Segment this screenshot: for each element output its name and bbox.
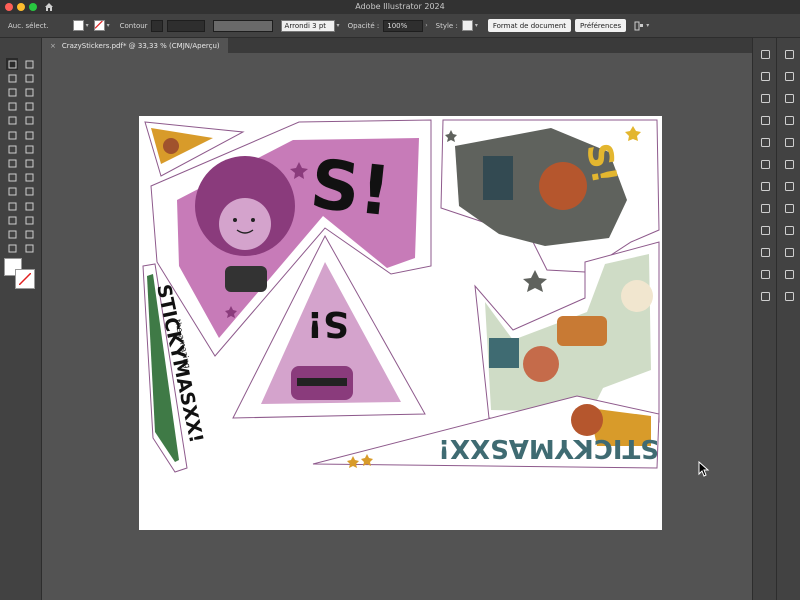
chevron-down-icon[interactable]: ▾ [646, 22, 649, 29]
pathfinder-icon[interactable] [783, 158, 795, 170]
properties-icon[interactable] [783, 48, 795, 60]
brush-value: Arrondi 3 pt [284, 21, 327, 30]
opentype-icon[interactable] [783, 246, 795, 258]
warp-tool-icon[interactable] [6, 157, 18, 169]
gradient-panel-icon[interactable] [759, 158, 771, 170]
close-icon[interactable]: × [50, 42, 56, 50]
chevron-down-icon[interactable]: ▾ [86, 22, 89, 29]
zoom-tool-icon[interactable] [23, 243, 35, 255]
stroke-weight-stepper[interactable] [150, 19, 163, 32]
graphic-style-swatch[interactable] [461, 20, 473, 31]
document-setup-button[interactable]: Format de document [487, 19, 572, 32]
symbols-icon[interactable] [759, 114, 771, 126]
transparency-icon[interactable] [759, 180, 771, 192]
artboard-tool-icon[interactable] [6, 228, 18, 240]
stroke-swatch[interactable] [93, 20, 105, 31]
title-bar: Adobe Illustrator 2024 [0, 0, 800, 14]
free-transform-tool-icon[interactable] [23, 157, 35, 169]
stroke-color-swatch[interactable] [15, 269, 35, 289]
tools-panel [0, 38, 42, 600]
control-bar: Auc. sélect. ▾ ▾ Contour Arrondi 3 pt ▾ … [0, 14, 800, 38]
star-tool-icon[interactable] [6, 115, 18, 127]
graphic-styles-icon[interactable] [759, 224, 771, 236]
style-label: Style : [435, 21, 458, 30]
document-tab-bar: × CrazyStickers.pdf* @ 33,33 % (CMJN/Ape… [42, 38, 752, 53]
gradient-tool-icon[interactable] [23, 186, 35, 198]
lasso-tool-icon[interactable] [23, 72, 35, 84]
paragraph-icon[interactable] [783, 224, 795, 236]
tab-document[interactable]: × CrazyStickers.pdf* @ 33,33 % (CMJN/Ape… [42, 38, 228, 53]
artboard[interactable]: S! S! STICKYMASXX! the amazing S! STICKY… [139, 116, 662, 530]
perspective-grid-tool-icon[interactable] [23, 172, 35, 184]
brushes-icon[interactable] [783, 92, 795, 104]
align-icon[interactable] [783, 136, 795, 148]
asset-export-icon[interactable] [759, 268, 771, 280]
svg-text:S!: S! [578, 140, 624, 186]
mouse-cursor-icon [698, 461, 710, 477]
selection-status: Auc. sélect. [8, 21, 49, 30]
panel-dock-left [752, 38, 776, 600]
blend-tool-icon[interactable] [23, 200, 35, 212]
chevron-down-icon[interactable]: ▾ [475, 22, 478, 29]
illustrator-window: Adobe Illustrator 2024 Auc. sélect. ▾ ▾ … [0, 0, 800, 600]
mesh-tool-icon[interactable] [6, 186, 18, 198]
chevron-right-icon[interactable]: › [425, 22, 427, 29]
stroke-label[interactable]: Contour [120, 22, 148, 30]
pencil-tool-icon[interactable] [23, 115, 35, 127]
artboards-icon[interactable] [759, 290, 771, 302]
character-icon[interactable] [783, 202, 795, 214]
swatches-icon[interactable] [783, 114, 795, 126]
opacity-field[interactable]: 100% [383, 19, 424, 32]
eraser-tool-icon[interactable] [23, 129, 35, 141]
opacity-value: 100% [387, 21, 408, 30]
links-icon[interactable] [783, 268, 795, 280]
panel-dock-right [776, 38, 800, 600]
cc-libraries-icon[interactable] [759, 92, 771, 104]
chevron-down-icon[interactable]: ▾ [337, 22, 340, 29]
curvature-tool-icon[interactable] [23, 86, 35, 98]
arrange-documents-icon[interactable] [634, 21, 644, 31]
svg-text:S!: S! [307, 303, 349, 344]
slice-tool-icon[interactable] [23, 228, 35, 240]
rotate-tool-icon[interactable] [6, 143, 18, 155]
magic-wand-tool-icon[interactable] [6, 72, 18, 84]
color-panel-icon[interactable] [759, 70, 771, 82]
variable-width-profile[interactable] [212, 19, 273, 32]
preferences-button[interactable]: Préférences [575, 19, 627, 32]
pen-tool-icon[interactable] [6, 86, 18, 98]
eyedropper-tool-icon[interactable] [6, 200, 18, 212]
navigator-icon[interactable] [783, 290, 795, 302]
shape-builder-tool-icon[interactable] [6, 172, 18, 184]
chevron-down-icon[interactable]: ▾ [107, 22, 110, 29]
direct-selection-tool-icon[interactable] [23, 58, 35, 70]
scale-tool-icon[interactable] [23, 143, 35, 155]
line-tool-icon[interactable] [23, 101, 35, 113]
stroke-weight-dropdown[interactable] [166, 19, 205, 32]
layers-icon[interactable] [759, 246, 771, 258]
type-tool-icon[interactable] [6, 101, 18, 113]
selection-tool-icon[interactable] [6, 58, 18, 70]
appearance-icon[interactable] [759, 202, 771, 214]
blob-brush-tool-icon[interactable] [6, 129, 18, 141]
libraries-icon[interactable] [783, 70, 795, 82]
tab-label: CrazyStickers.pdf* @ 33,33 % (CMJN/Aperç… [61, 41, 220, 50]
graph-tool-icon[interactable] [23, 214, 35, 226]
symbol-sprayer-tool-icon[interactable] [6, 214, 18, 226]
fill-swatch[interactable] [72, 20, 84, 31]
s-exclaim-text: S! [307, 145, 395, 232]
transform-icon[interactable] [783, 180, 795, 192]
window-title: Adobe Illustrator 2024 [355, 2, 445, 11]
color-guide-icon[interactable] [759, 48, 771, 60]
brush-dropdown[interactable]: Arrondi 3 pt [280, 19, 335, 32]
sticker-artwork: S! S! STICKYMASXX! the amazing S! STICKY… [142, 119, 660, 473]
opacity-label[interactable]: Opacité : [348, 22, 380, 30]
hand-tool-icon[interactable] [6, 243, 18, 255]
banner-text: STICKYMASXX! [438, 433, 659, 463]
stroke-icon[interactable] [759, 136, 771, 148]
